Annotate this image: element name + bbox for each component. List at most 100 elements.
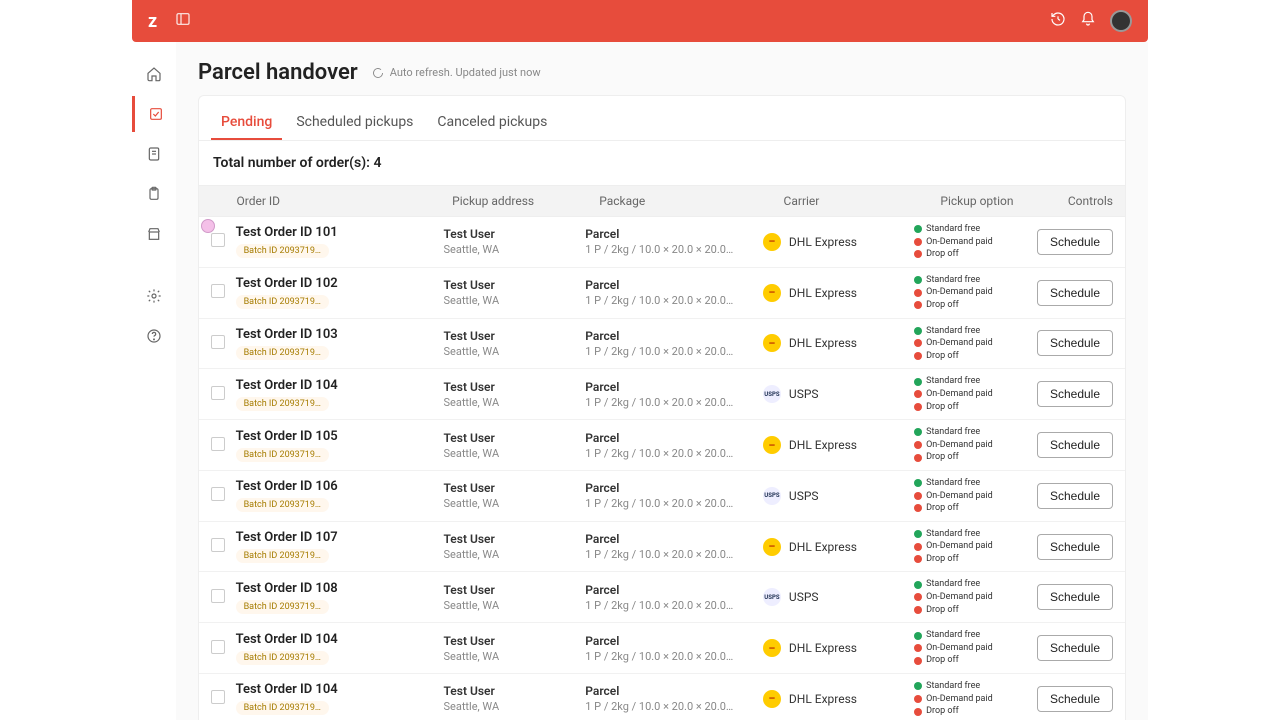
th-package: Package — [599, 194, 783, 208]
package-type: Parcel — [585, 431, 763, 445]
sidebar-receipt[interactable] — [136, 136, 172, 172]
carrier-logo-icon: — — [763, 334, 781, 352]
order-id[interactable]: Test Order ID 104 — [236, 682, 444, 697]
opt-dropoff: Drop off — [914, 553, 1037, 566]
row-checkbox[interactable] — [211, 487, 225, 501]
batch-id-pill: Batch ID 2093719… — [236, 498, 329, 512]
carrier-name: DHL Express — [789, 692, 857, 706]
package-type: Parcel — [585, 481, 763, 495]
carrier-logo-icon: — — [763, 538, 781, 556]
schedule-button[interactable]: Schedule — [1037, 381, 1113, 407]
tab-canceled-pickups[interactable]: Canceled pickups — [427, 106, 557, 140]
table-row: Test Order ID 106 Batch ID 2093719… Test U… — [199, 471, 1125, 522]
carrier-name: DHL Express — [789, 286, 857, 300]
opt-ondemand: On-Demand paid — [914, 540, 1037, 553]
pickup-city: Seattle, WA — [443, 345, 585, 358]
opt-standard: Standard free — [914, 629, 1037, 642]
row-checkbox[interactable] — [211, 690, 225, 704]
carrier-logo-icon: — — [763, 436, 781, 454]
order-id[interactable]: Test Order ID 104 — [236, 378, 444, 393]
pickup-user: Test User — [443, 481, 585, 495]
row-checkbox[interactable] — [211, 437, 225, 451]
pickup-city: Seattle, WA — [443, 396, 585, 409]
package-detail: 1 P / 2kg / 10.0 × 20.0 × 20.0… — [585, 700, 763, 713]
order-id[interactable]: Test Order ID 106 — [236, 479, 444, 494]
opt-dropoff: Drop off — [914, 401, 1037, 414]
sidebar-store[interactable] — [136, 216, 172, 252]
schedule-button[interactable]: Schedule — [1037, 432, 1113, 458]
th-order: Order ID — [236, 194, 452, 208]
row-checkbox[interactable] — [211, 284, 225, 298]
opt-ondemand: On-Demand paid — [914, 693, 1037, 706]
schedule-button[interactable]: Schedule — [1037, 534, 1113, 560]
carrier-name: USPS — [789, 387, 819, 401]
pickup-city: Seattle, WA — [443, 599, 585, 612]
schedule-button[interactable]: Schedule — [1037, 280, 1113, 306]
batch-id-pill: Batch ID 2093719… — [236, 600, 329, 614]
pickup-city: Seattle, WA — [443, 497, 585, 510]
order-id[interactable]: Test Order ID 105 — [236, 429, 444, 444]
schedule-button[interactable]: Schedule — [1037, 635, 1113, 661]
opt-standard: Standard free — [914, 578, 1037, 591]
package-detail: 1 P / 2kg / 10.0 × 20.0 × 20.0… — [585, 294, 763, 307]
tab-scheduled-pickups[interactable]: Scheduled pickups — [286, 106, 423, 140]
carrier-name: DHL Express — [789, 540, 857, 554]
package-type: Parcel — [585, 278, 763, 292]
th-carrier: Carrier — [784, 194, 941, 208]
row-checkbox[interactable] — [211, 386, 225, 400]
opt-ondemand: On-Demand paid — [914, 286, 1037, 299]
carrier-logo-icon: — — [763, 639, 781, 657]
opt-dropoff: Drop off — [914, 604, 1037, 617]
package-detail: 1 P / 2kg / 10.0 × 20.0 × 20.0… — [585, 243, 763, 256]
package-type: Parcel — [585, 684, 763, 698]
table-row: Test Order ID 102 Batch ID 2093719… Test U… — [199, 268, 1125, 319]
order-id[interactable]: Test Order ID 107 — [236, 530, 444, 545]
sidebar-settings[interactable] — [136, 278, 172, 314]
carrier-name: DHL Express — [789, 235, 857, 249]
package-detail: 1 P / 2kg / 10.0 × 20.0 × 20.0… — [585, 548, 763, 561]
pickup-city: Seattle, WA — [443, 650, 585, 663]
schedule-button[interactable]: Schedule — [1037, 584, 1113, 610]
user-cursor-icon — [201, 219, 215, 233]
table-header: Order ID Pickup address Package Carrier … — [199, 185, 1125, 217]
row-checkbox[interactable] — [211, 589, 225, 603]
carrier-name: USPS — [789, 489, 819, 503]
order-id[interactable]: Test Order ID 104 — [236, 632, 444, 647]
carrier-name: DHL Express — [789, 641, 857, 655]
package-type: Parcel — [585, 227, 763, 241]
pickup-user: Test User — [443, 380, 585, 394]
order-summary: Total number of order(s): 4 — [199, 141, 1125, 185]
tab-pending[interactable]: Pending — [211, 106, 282, 140]
opt-dropoff: Drop off — [914, 451, 1037, 464]
schedule-button[interactable]: Schedule — [1037, 483, 1113, 509]
row-checkbox[interactable] — [211, 538, 225, 552]
opt-standard: Standard free — [914, 680, 1037, 693]
opt-dropoff: Drop off — [914, 705, 1037, 718]
schedule-button[interactable]: Schedule — [1037, 686, 1113, 712]
order-id[interactable]: Test Order ID 101 — [236, 225, 444, 240]
package-detail: 1 P / 2kg / 10.0 × 20.0 × 20.0… — [585, 447, 763, 460]
schedule-button[interactable]: Schedule — [1037, 229, 1113, 255]
schedule-button[interactable]: Schedule — [1037, 330, 1113, 356]
opt-standard: Standard free — [914, 223, 1037, 236]
order-id[interactable]: Test Order ID 103 — [236, 327, 444, 342]
sidebar-home[interactable] — [136, 56, 172, 92]
row-checkbox[interactable] — [211, 233, 225, 247]
package-detail: 1 P / 2kg / 10.0 × 20.0 × 20.0… — [585, 599, 763, 612]
order-id[interactable]: Test Order ID 108 — [236, 581, 444, 596]
pickup-user: Test User — [443, 684, 585, 698]
opt-ondemand: On-Demand paid — [914, 388, 1037, 401]
row-checkbox[interactable] — [211, 640, 225, 654]
pickup-user: Test User — [443, 278, 585, 292]
sidebar-clipboard[interactable] — [136, 176, 172, 212]
sidebar-handover[interactable] — [132, 96, 176, 132]
batch-id-pill: Batch ID 2093719… — [236, 295, 329, 309]
opt-dropoff: Drop off — [914, 502, 1037, 515]
pickup-city: Seattle, WA — [443, 700, 585, 713]
sidebar-help[interactable] — [136, 318, 172, 354]
table-row: Test Order ID 104Batch ID 2093719…Test U… — [199, 674, 1125, 720]
order-id[interactable]: Test Order ID 102 — [236, 276, 444, 291]
table-row: Test Order ID 104Batch ID 2093719…Test U… — [199, 623, 1125, 674]
row-checkbox[interactable] — [211, 335, 225, 349]
carrier-logo-icon: — — [763, 690, 781, 708]
